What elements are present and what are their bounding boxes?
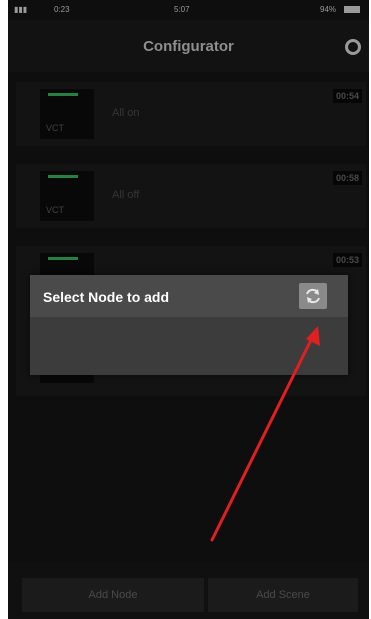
annotation-arrow [210,326,320,542]
